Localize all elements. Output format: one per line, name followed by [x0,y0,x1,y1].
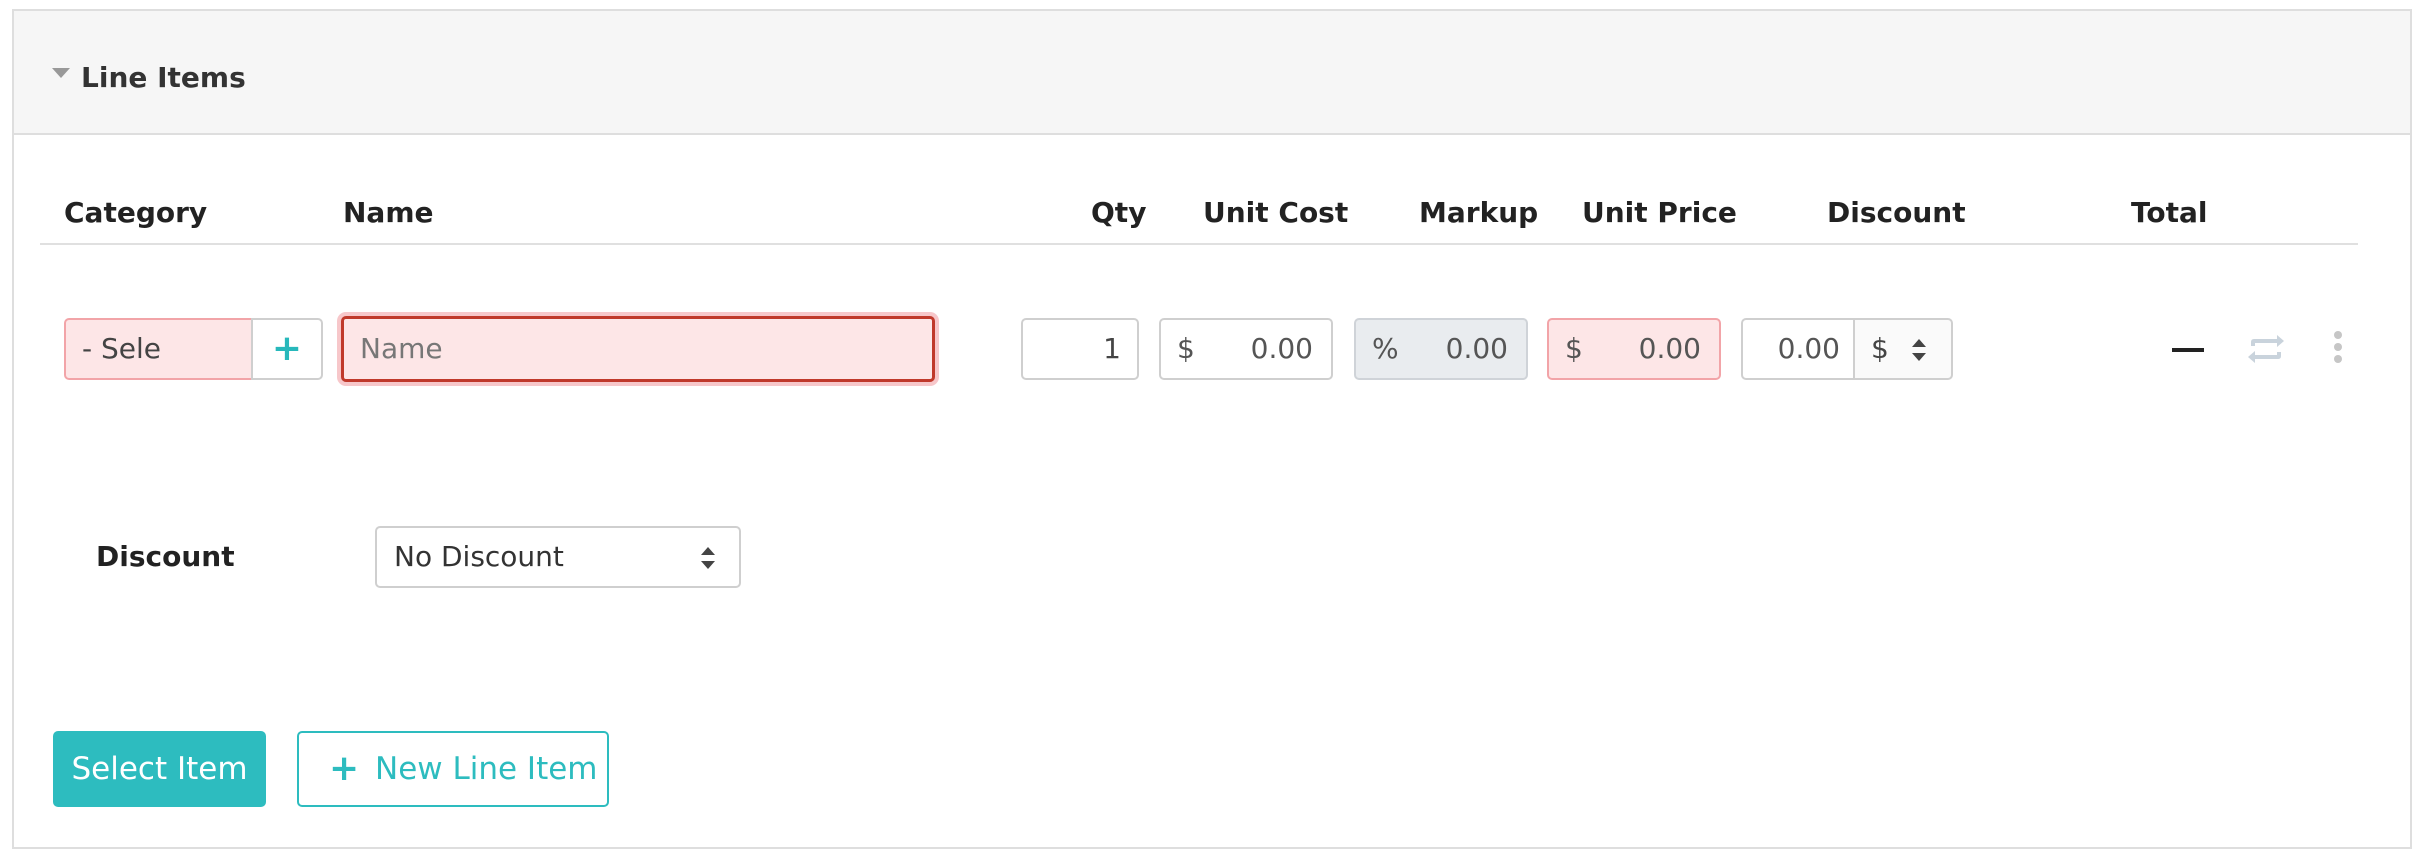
discount-type-select[interactable]: No Discount [375,526,741,588]
sort-arrows-icon [701,547,715,569]
qty-input[interactable]: 1 [1021,318,1139,380]
plus-icon: + [329,748,360,789]
panel-header[interactable]: Line Items [14,11,2410,135]
unit-cost-input[interactable]: $ 0.00 [1159,318,1333,380]
discount-unit-value: $ [1871,332,1889,365]
discount-unit-select[interactable]: $ [1853,318,1953,380]
column-header-name: Name [343,196,434,229]
dollar-prefix: $ [1177,332,1195,365]
sort-arrows-icon [1912,339,1926,361]
discount-input[interactable]: 0.00 [1741,318,1856,380]
caret-down-icon[interactable] [52,68,70,78]
discount-value: 0.00 [1777,332,1840,365]
unit-cost-value: 0.00 [1250,332,1313,365]
markup-input: % 0.00 [1354,318,1528,380]
select-item-button[interactable]: Select Item [53,731,266,807]
unit-price-input[interactable]: $ 0.00 [1547,318,1721,380]
more-vertical-icon[interactable] [2332,330,2344,366]
markup-value: 0.00 [1445,332,1508,365]
name-input-placeholder: Name [360,332,443,365]
discount-label: Discount [96,540,235,573]
column-header-unit-price: Unit Price [1582,196,1737,229]
repeat-icon[interactable] [2245,334,2287,364]
add-category-button[interactable]: + [251,318,323,380]
column-header-markup: Markup [1419,196,1539,229]
column-header-category: Category [64,196,208,229]
unit-price-value: 0.00 [1638,332,1701,365]
column-header-total: Total [2131,196,2208,229]
header-divider [40,243,2358,245]
column-header-unit-cost: Unit Cost [1203,196,1349,229]
discount-type-value: No Discount [394,540,564,573]
total-value-dash [2172,348,2204,352]
percent-prefix: % [1372,332,1399,365]
name-input[interactable]: Name [341,316,935,382]
plus-icon: + [271,328,303,369]
category-select-value: - Sele [82,332,162,365]
qty-value: 1 [1103,332,1121,365]
column-header-qty: Qty [1091,196,1147,229]
line-items-panel: Line Items [12,9,2412,849]
new-line-item-label: New Line Item [375,751,598,787]
new-line-item-button[interactable]: + New Line Item [297,731,609,807]
column-header-discount: Discount [1827,196,1966,229]
dollar-prefix: $ [1565,332,1583,365]
category-select[interactable]: - Sele [64,318,254,380]
section-title: Line Items [81,61,246,94]
